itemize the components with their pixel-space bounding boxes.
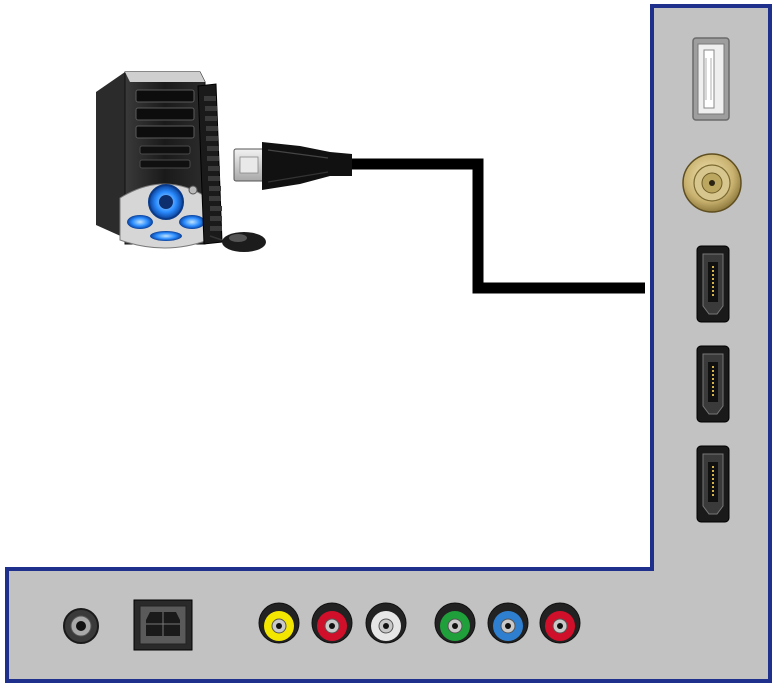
hdmi-port-icon bbox=[696, 345, 730, 423]
rca-jack-icon bbox=[434, 602, 476, 644]
hdmi-port-icon bbox=[696, 445, 730, 523]
coaxial-port-icon bbox=[682, 153, 742, 213]
hdmi-cable bbox=[352, 158, 645, 294]
hdmi-plug-icon bbox=[233, 142, 352, 190]
rca-jack-icon bbox=[487, 602, 529, 644]
desktop-pc-icon bbox=[96, 71, 209, 249]
headphone-jack-icon bbox=[63, 608, 99, 644]
rca-jack-icon bbox=[365, 602, 407, 644]
usb-port-icon bbox=[692, 37, 730, 121]
connection-diagram bbox=[0, 0, 773, 684]
hdmi-port-icon bbox=[696, 245, 730, 323]
optical-audio-port-icon bbox=[133, 599, 193, 651]
rca-jack-icon bbox=[539, 602, 581, 644]
rca-jack-icon bbox=[311, 602, 353, 644]
rca-jack-icon bbox=[258, 602, 300, 644]
